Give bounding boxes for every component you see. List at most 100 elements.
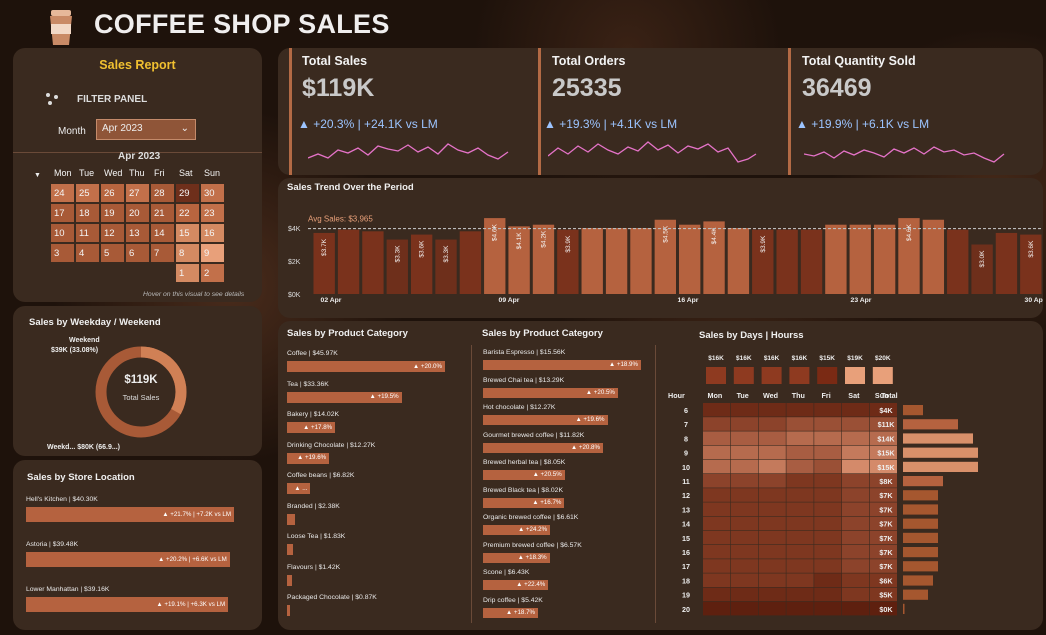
heatmap-cell[interactable] bbox=[703, 474, 731, 488]
heatmap-cell[interactable] bbox=[758, 516, 786, 531]
calendar-day[interactable]: 10 bbox=[51, 224, 74, 242]
weekday-donut[interactable] bbox=[91, 342, 191, 442]
heatmap-cell[interactable] bbox=[786, 417, 814, 431]
heatmap-cell[interactable] bbox=[842, 530, 870, 545]
heatmap-cell[interactable] bbox=[786, 530, 814, 545]
trend-bar[interactable] bbox=[727, 228, 750, 294]
calendar-day[interactable]: 22 bbox=[176, 204, 199, 222]
heatmap-cell[interactable] bbox=[842, 573, 870, 587]
heatmap-cell[interactable] bbox=[703, 431, 731, 445]
calendar-day[interactable]: 30 bbox=[201, 184, 224, 202]
category-bar[interactable] bbox=[287, 605, 290, 616]
heatmap-cell[interactable] bbox=[730, 545, 758, 559]
hour-total-bar[interactable] bbox=[903, 504, 938, 515]
category-bar[interactable]: ▲ +20.0% bbox=[287, 361, 445, 372]
trend-chart[interactable]: $4K $2K $0K $3.7K $3.3K $3.6K $3.3K $4.6K $4.1K $… bbox=[278, 178, 1043, 318]
hour-total-bar[interactable] bbox=[903, 575, 933, 586]
heatmap-cell[interactable] bbox=[842, 474, 870, 488]
category-bar[interactable] bbox=[287, 574, 292, 586]
heatmap-cell[interactable] bbox=[758, 474, 786, 488]
heatmap-cell[interactable] bbox=[730, 445, 758, 460]
calendar-day[interactable]: 4 bbox=[76, 244, 99, 262]
heatmap-cell[interactable] bbox=[730, 474, 758, 488]
category-bar[interactable] bbox=[287, 544, 294, 555]
trend-bar[interactable] bbox=[995, 232, 1018, 294]
calendar-day[interactable]: 5 bbox=[101, 244, 124, 262]
hour-total-bar[interactable] bbox=[903, 547, 938, 558]
heatmap-cell[interactable] bbox=[703, 559, 731, 573]
heatmap-cell[interactable] bbox=[758, 601, 786, 616]
heatmap-cell[interactable] bbox=[786, 601, 814, 616]
heatmap-cell[interactable] bbox=[758, 545, 786, 559]
heatmap-cell[interactable] bbox=[786, 545, 814, 559]
calendar-day[interactable]: 27 bbox=[126, 184, 149, 202]
calendar-day[interactable]: 18 bbox=[76, 204, 99, 222]
heatmap-cell[interactable] bbox=[758, 417, 786, 431]
calendar-day[interactable]: 29 bbox=[176, 184, 199, 202]
store-bar[interactable]: ▲ +20.2% | +6.6K vs LM bbox=[26, 552, 230, 567]
heatmap-cell[interactable] bbox=[730, 601, 758, 616]
heatmap-cell[interactable] bbox=[730, 530, 758, 545]
calendar-day[interactable]: 14 bbox=[151, 224, 174, 242]
trend-bar[interactable] bbox=[947, 229, 969, 294]
trend-bar[interactable] bbox=[922, 219, 945, 294]
heatmap-cell[interactable] bbox=[842, 445, 870, 460]
heatmap-cell[interactable] bbox=[842, 488, 870, 502]
day-total-square[interactable] bbox=[706, 367, 726, 384]
hour-total-bar[interactable] bbox=[903, 461, 978, 472]
heatmap-cell[interactable] bbox=[786, 474, 814, 488]
heatmap-cell[interactable] bbox=[842, 587, 870, 602]
category-bar[interactable]: ▲ +19.5% bbox=[287, 391, 402, 403]
trend-bar[interactable] bbox=[849, 224, 871, 294]
heatmap-cell[interactable] bbox=[730, 516, 758, 531]
heatmap-cell[interactable] bbox=[842, 403, 870, 417]
heatmap-cell[interactable] bbox=[703, 530, 731, 545]
day-total-square[interactable] bbox=[817, 367, 838, 384]
heatmap-cell[interactable] bbox=[730, 587, 758, 602]
heatmap-cell[interactable] bbox=[786, 431, 814, 445]
heatmap-cell[interactable] bbox=[758, 459, 786, 474]
trend-bar[interactable] bbox=[581, 228, 603, 294]
heatmap-cell[interactable] bbox=[814, 573, 842, 587]
product-bar[interactable]: ▲ +20.5% bbox=[483, 470, 565, 480]
trend-bar[interactable] bbox=[337, 229, 360, 294]
heatmap-cell[interactable] bbox=[786, 573, 814, 587]
heatmap-cell[interactable] bbox=[814, 601, 842, 616]
heatmap-cell[interactable] bbox=[842, 417, 870, 431]
heatmap-cell[interactable] bbox=[842, 502, 870, 516]
heatmap-cell[interactable] bbox=[730, 573, 758, 587]
calendar-day[interactable]: 11 bbox=[76, 224, 99, 242]
heatmap-cell[interactable] bbox=[814, 445, 842, 460]
trend-bar[interactable] bbox=[605, 228, 628, 294]
heatmap-cell[interactable] bbox=[786, 488, 814, 502]
calendar-day[interactable]: 28 bbox=[151, 184, 174, 202]
heatmap-cell[interactable] bbox=[730, 502, 758, 516]
heatmap-cell[interactable] bbox=[730, 559, 758, 573]
heatmap-cell[interactable] bbox=[786, 559, 814, 573]
heatmap-cell[interactable] bbox=[758, 587, 786, 602]
heatmap-cell[interactable] bbox=[842, 516, 870, 531]
product-bar[interactable]: ▲ +20.5% bbox=[483, 387, 618, 398]
calendar-day[interactable]: 17 bbox=[51, 204, 74, 222]
day-total-square[interactable] bbox=[789, 367, 810, 384]
heatmap-cell[interactable] bbox=[758, 403, 786, 417]
trend-bar[interactable] bbox=[873, 224, 896, 294]
day-total-square[interactable] bbox=[761, 367, 782, 384]
category-bar[interactable]: ▲ +19.6% bbox=[287, 452, 330, 464]
hour-total-bar[interactable] bbox=[903, 490, 938, 501]
heatmap-cell[interactable] bbox=[730, 431, 758, 445]
heatmap-cell[interactable] bbox=[703, 587, 731, 602]
heatmap-cell[interactable] bbox=[758, 573, 786, 587]
heatmap-cell[interactable] bbox=[814, 559, 842, 573]
heatmap-cell[interactable] bbox=[730, 488, 758, 502]
calendar-day[interactable]: 16 bbox=[201, 224, 224, 242]
heatmap-cell[interactable] bbox=[842, 545, 870, 559]
heatmap-cell[interactable] bbox=[758, 559, 786, 573]
calendar-day[interactable]: 21 bbox=[151, 204, 174, 222]
heatmap-cell[interactable] bbox=[786, 587, 814, 602]
heatmap-cell[interactable] bbox=[814, 474, 842, 488]
heatmap-cell[interactable] bbox=[814, 530, 842, 545]
heatmap-cell[interactable] bbox=[814, 488, 842, 502]
calendar-day[interactable]: 26 bbox=[101, 184, 124, 202]
heatmap-cell[interactable] bbox=[703, 459, 731, 474]
